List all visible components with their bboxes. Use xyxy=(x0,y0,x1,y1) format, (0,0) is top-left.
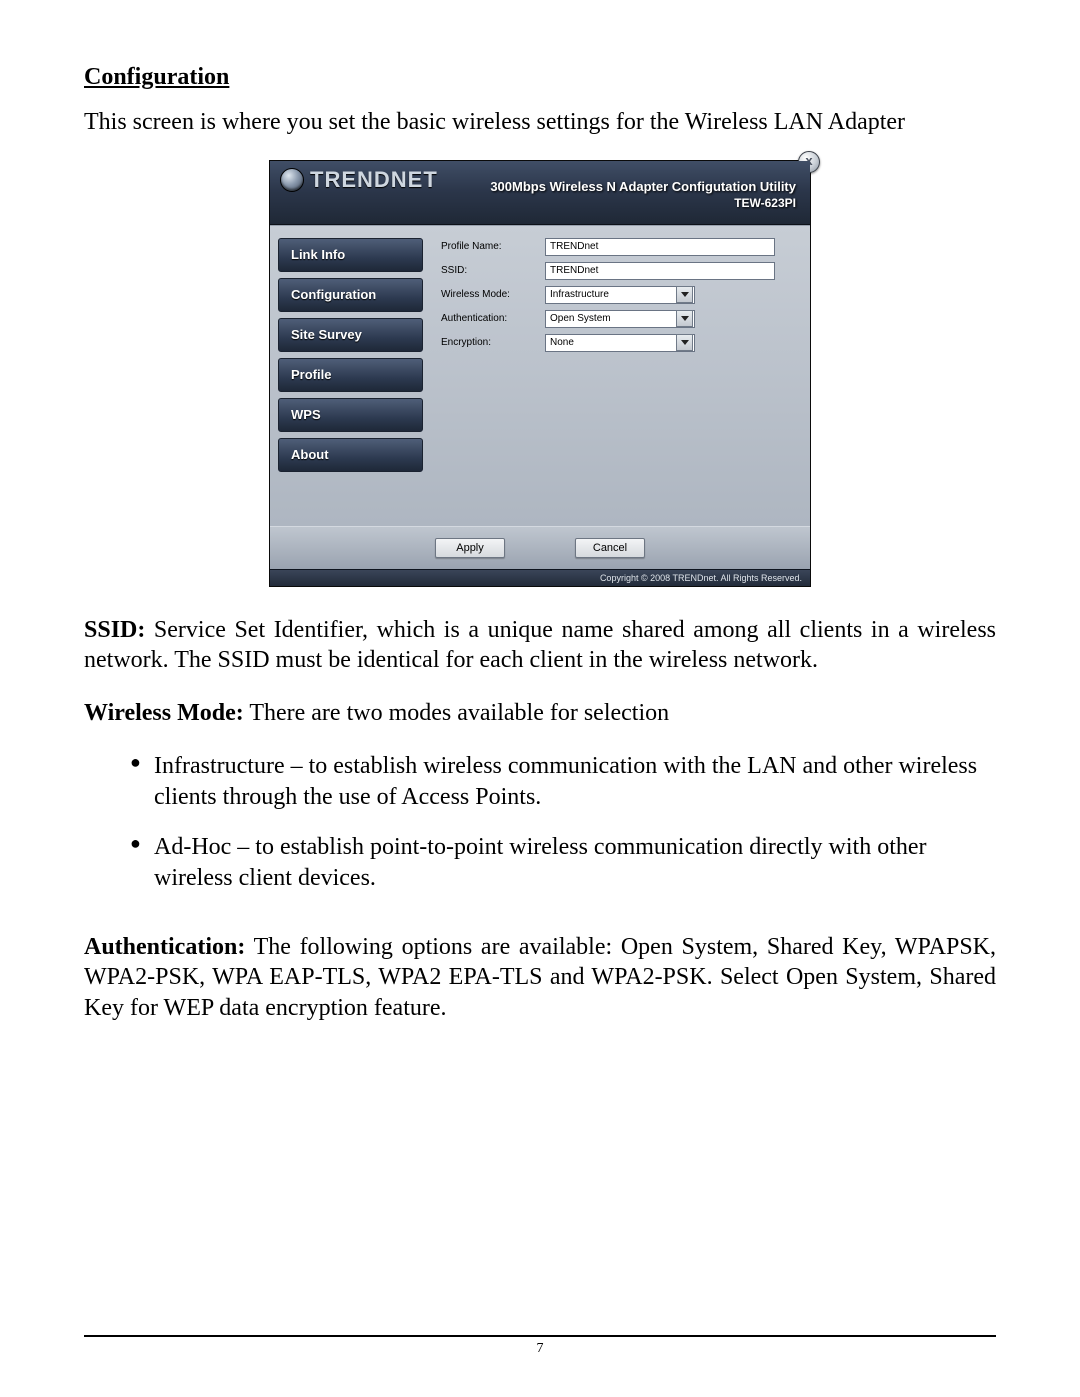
cancel-button[interactable]: Cancel xyxy=(575,538,645,558)
authentication-select[interactable]: Open System xyxy=(545,310,695,328)
encryption-select[interactable]: None xyxy=(545,334,695,352)
authentication-value: Open System xyxy=(550,313,611,324)
wireless-mode-value: Infrastructure xyxy=(550,289,609,300)
wireless-mode-label: Wireless Mode: xyxy=(441,289,545,300)
nav-configuration[interactable]: Configuration xyxy=(278,278,423,312)
window-title: 300Mbps Wireless N Adapter Configutation… xyxy=(490,179,796,211)
authentication-label: Authentication: xyxy=(441,313,545,324)
nav-wps[interactable]: WPS xyxy=(278,398,423,432)
intro-paragraph: This screen is where you set the basic w… xyxy=(84,107,996,138)
authentication-term: Authentication: xyxy=(84,934,245,960)
form-pane: Profile Name: SSID: Wireless Mode: Infra… xyxy=(431,226,810,526)
wireless-mode-list: Infrastructure – to establish wireless c… xyxy=(84,751,996,914)
button-bar: Apply Cancel xyxy=(270,526,810,569)
window-model: TEW-623PI xyxy=(490,196,796,212)
chevron-down-icon xyxy=(676,310,693,327)
bullet-adhoc: Ad-Hoc – to establish point-to-point wir… xyxy=(130,832,996,893)
authentication-paragraph: Authentication: The following options ar… xyxy=(84,932,996,1024)
brand-disc-icon xyxy=(280,168,304,192)
wireless-mode-paragraph: Wireless Mode: There are two modes avail… xyxy=(84,698,996,729)
nav-profile[interactable]: Profile xyxy=(278,358,423,392)
section-heading: Configuration xyxy=(84,64,996,91)
page-footer: 7 xyxy=(84,1335,996,1357)
brand-text: TRENDNET xyxy=(310,167,438,193)
screenshot-figure: x TRENDNET 300Mbps Wireless N Adapter Co… xyxy=(84,160,996,587)
nav-site-survey[interactable]: Site Survey xyxy=(278,318,423,352)
chevron-down-icon xyxy=(676,334,693,351)
apply-button[interactable]: Apply xyxy=(435,538,505,558)
window-header: TRENDNET 300Mbps Wireless N Adapter Conf… xyxy=(270,161,810,225)
profile-name-label: Profile Name: xyxy=(441,241,545,252)
ssid-label: SSID: xyxy=(441,265,545,276)
bullet-infrastructure: Infrastructure – to establish wireless c… xyxy=(130,751,996,812)
ssid-term: SSID: xyxy=(84,617,145,643)
chevron-down-icon xyxy=(676,286,693,303)
wireless-mode-select[interactable]: Infrastructure xyxy=(545,286,695,304)
nav-link-info[interactable]: Link Info xyxy=(278,238,423,272)
copyright-bar: Copyright © 2008 TRENDnet. All Rights Re… xyxy=(270,569,810,586)
utility-window: x TRENDNET 300Mbps Wireless N Adapter Co… xyxy=(269,160,811,587)
sidebar: Link Info Configuration Site Survey Prof… xyxy=(270,226,431,526)
profile-name-input[interactable] xyxy=(545,238,775,256)
ssid-paragraph: SSID: Service Set Identifier, which is a… xyxy=(84,615,996,676)
encryption-value: None xyxy=(550,337,574,348)
wireless-mode-term: Wireless Mode: xyxy=(84,700,244,726)
nav-about[interactable]: About xyxy=(278,438,423,472)
page-number: 7 xyxy=(537,1341,544,1356)
encryption-label: Encryption: xyxy=(441,337,545,348)
ssid-input[interactable] xyxy=(545,262,775,280)
